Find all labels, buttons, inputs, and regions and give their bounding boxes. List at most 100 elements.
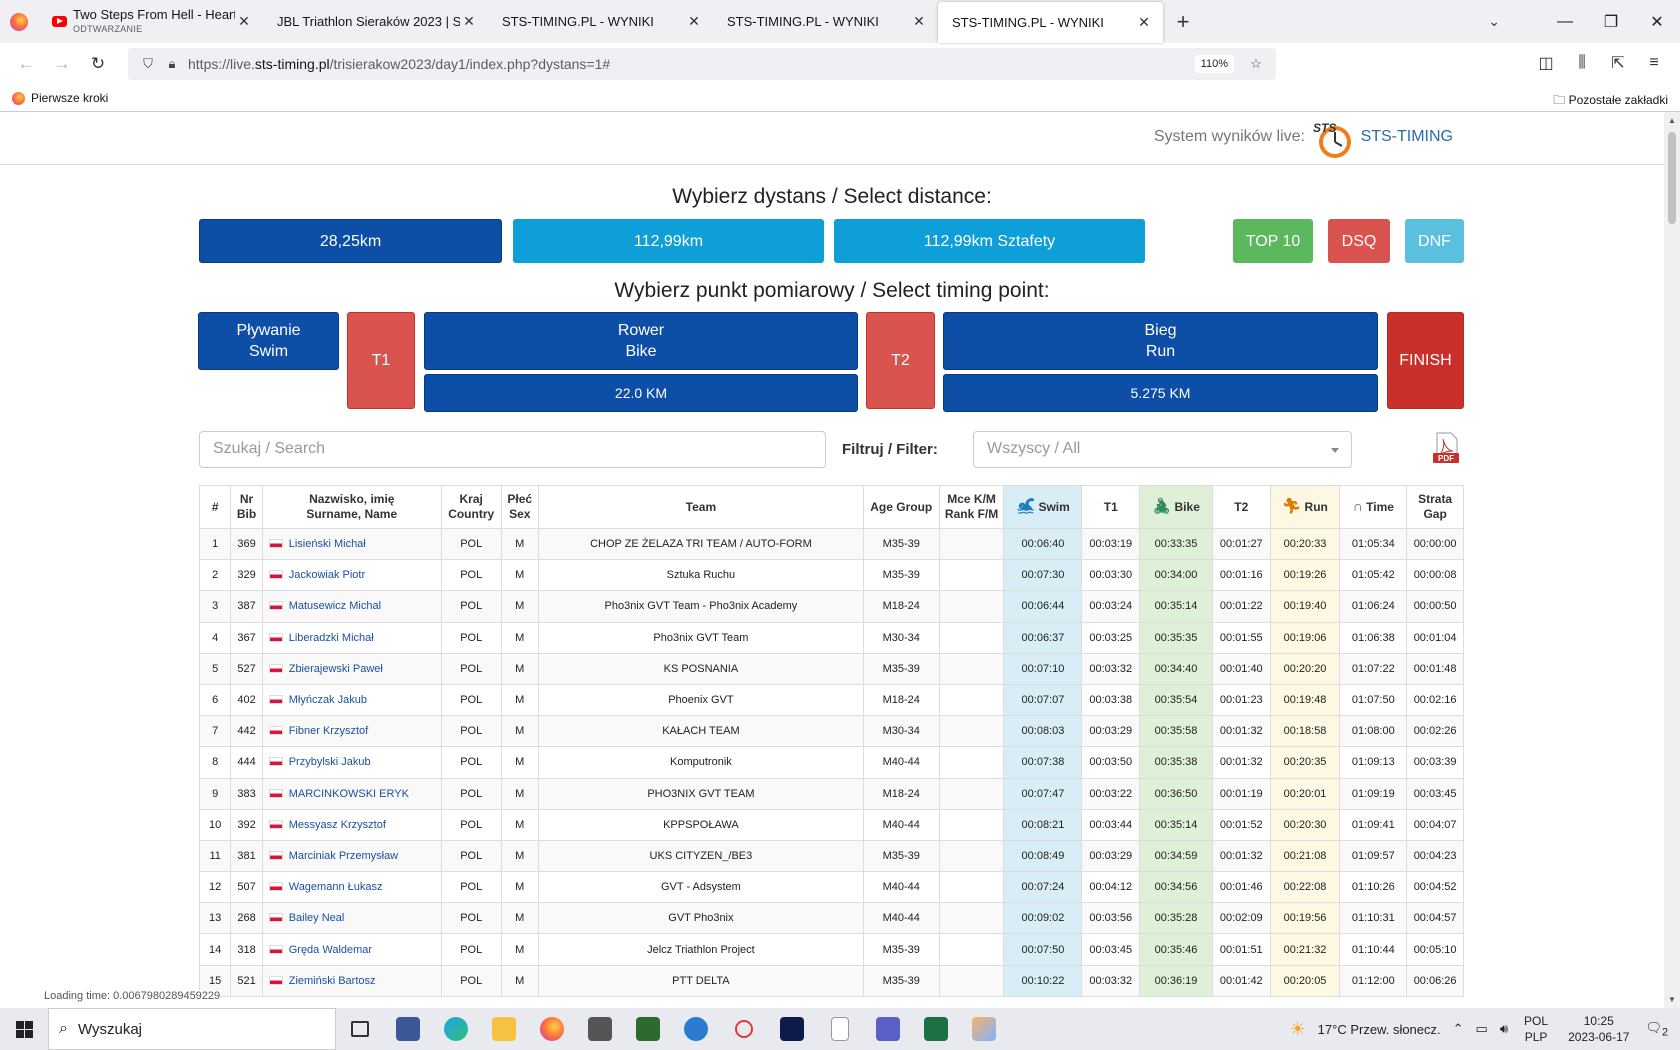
cell-name[interactable]: Młyńczak Jakub	[261, 683, 442, 717]
tab-jbl-triathlon[interactable]: JBL Triathlon Sieraków 2023 | STS-Ti ✕	[263, 0, 488, 43]
cell-name[interactable]: Marciniak Przemysław	[261, 839, 442, 873]
weather-text[interactable]: 17°C Przew. słonecz.	[1312, 1022, 1447, 1037]
tab-sts-active[interactable]: STS-TIMING.PL - WYNIKI ✕	[938, 2, 1163, 43]
tab-youtube[interactable]: Two Steps From Hell - Heart of CoODTWARZ…	[38, 0, 263, 43]
clock[interactable]: 10:25 2023-06-17	[1558, 1013, 1639, 1045]
col-rank[interactable]: #	[198, 485, 232, 529]
col-name[interactable]: Nazwisko, imię Surname, Name	[261, 485, 442, 529]
cell-name[interactable]: Przybylski Jakub	[261, 746, 442, 779]
list-tabs-chevron-icon[interactable]: ⌄	[1488, 0, 1500, 43]
excel-icon[interactable]	[912, 1008, 960, 1050]
bike-22km-button[interactable]: 22.0 KM	[424, 374, 858, 412]
app-icon-1[interactable]	[384, 1008, 432, 1050]
table-row[interactable]: 6 402 Młyńczak Jakub POL M Phoenix GVT M18-24 0…	[198, 683, 1464, 717]
table-row[interactable]: 9 383 MARCINKOWSKI ERYK POL M PHO3NIX GVT TEA…	[198, 777, 1464, 810]
top10-button[interactable]: TOP 10	[1233, 219, 1313, 263]
dnf-button[interactable]: DNF	[1405, 219, 1464, 263]
tray-chevron-icon[interactable]: ⌃	[1447, 1021, 1470, 1037]
athlete-name-link[interactable]: Młyńczak Jakub	[289, 694, 367, 706]
cell-name[interactable]: Gręda Waldemar	[261, 933, 442, 966]
close-tab-icon[interactable]: ✕	[460, 13, 478, 30]
cell-name[interactable]: Fibner Krzysztof	[261, 715, 442, 748]
table-row[interactable]: 12 507 Wagemann Łukasz POL M GVT - Adsystem M4…	[198, 871, 1464, 904]
search-input[interactable]: Szukaj / Search	[199, 431, 826, 468]
col-bib[interactable]: Nr Bib	[230, 485, 263, 529]
zoom-level[interactable]: 110%	[1194, 55, 1234, 73]
athlete-name-link[interactable]: Gręda Waldemar	[289, 944, 372, 956]
network-icon[interactable]: ▭	[1470, 1021, 1494, 1037]
col-bike[interactable]: 🚴︎ Bike	[1139, 485, 1213, 529]
table-row[interactable]: 7 442 Fibner Krzysztof POL M KAŁACH TEAM M30-3…	[198, 715, 1464, 748]
athlete-name-link[interactable]: Jackowiak Piotr	[289, 569, 365, 581]
cell-name[interactable]: Wagemann Łukasz	[261, 871, 442, 904]
lock-icon[interactable]: 🔒︎	[160, 56, 184, 72]
new-tab-button[interactable]: +	[1163, 0, 1203, 43]
table-row[interactable]: 2 329 Jackowiak Piotr POL M Sztuka Ruchu M35-3…	[198, 559, 1464, 592]
table-row[interactable]: 13 268 Bailey Neal POL M GVT Pho3nix M40-44 00:…	[198, 902, 1464, 935]
bookmark-star-icon[interactable]: ☆	[1244, 56, 1268, 72]
edge-icon[interactable]	[432, 1008, 480, 1050]
brand-name[interactable]: STS-TIMING	[1361, 128, 1453, 146]
col-swim[interactable]: 🏊︎ Swim	[1003, 485, 1083, 529]
disney-icon[interactable]	[768, 1008, 816, 1050]
menu-icon[interactable]: ≡	[1636, 47, 1672, 79]
app-icon-4[interactable]	[720, 1008, 768, 1050]
scroll-down-icon[interactable]: ▼	[1664, 995, 1680, 1004]
table-row[interactable]: 5 527 Zbierajewski Paweł POL M KS POSNANIA M35…	[198, 652, 1464, 685]
windows-start-icon[interactable]	[0, 1008, 48, 1050]
col-run[interactable]: 🏃︎ Run	[1269, 485, 1341, 529]
bookmark-pierwsze-kroki[interactable]: Pierwsze kroki	[31, 91, 108, 105]
cell-name[interactable]: Jackowiak Piotr	[261, 559, 442, 592]
close-tab-icon[interactable]: ✕	[685, 13, 703, 30]
firefox-icon[interactable]	[0, 0, 38, 43]
table-row[interactable]: 15 521 Ziemiński Bartosz POL M PTT DELTA M35-3…	[198, 964, 1464, 997]
cell-name[interactable]: Lisieński Michał	[261, 527, 442, 561]
cell-name[interactable]: Messyasz Krzysztof	[261, 808, 442, 841]
close-tab-icon[interactable]: ✕	[1135, 14, 1153, 31]
athlete-name-link[interactable]: MARCINKOWSKI ERYK	[289, 788, 409, 800]
taskbar-search-input[interactable]: ⌕ Wyszukaj	[48, 1008, 336, 1050]
athlete-name-link[interactable]: Przybylski Jakub	[289, 756, 371, 768]
language-indicator[interactable]: POL PLP	[1514, 1013, 1558, 1045]
table-row[interactable]: 4 367 Liberadzki Michał POL M Pho3nix GVT Tea…	[198, 621, 1464, 654]
minecraft-icon[interactable]	[624, 1008, 672, 1050]
distance-112km-button[interactable]: 112,99km	[513, 219, 824, 263]
col-country[interactable]: Kraj Country	[440, 485, 502, 529]
tab-sts-1[interactable]: STS-TIMING.PL - WYNIKI ✕	[488, 0, 713, 43]
firefox-taskbar-icon[interactable]	[528, 1008, 576, 1050]
table-row[interactable]: 11 381 Marciniak Przemysław POL M UKS CITYZEN…	[198, 839, 1464, 873]
finish-point-button[interactable]: FINISH	[1387, 312, 1464, 409]
col-time[interactable]: ∩ Time	[1339, 485, 1408, 529]
extensions-icon[interactable]: ⇱	[1600, 47, 1636, 79]
teams-icon[interactable]	[864, 1008, 912, 1050]
table-row[interactable]: 8 444 Przybylski Jakub POL M Komputronik M40-4…	[198, 746, 1464, 779]
filter-select[interactable]: Wszyscy / All	[973, 431, 1352, 468]
t1-point-button[interactable]: T1	[347, 312, 415, 409]
col-gap[interactable]: Strata Gap	[1406, 485, 1464, 529]
file-explorer-icon[interactable]	[480, 1008, 528, 1050]
table-row[interactable]: 14 318 Gręda Waldemar POL M Jelcz Triathlon P…	[198, 933, 1464, 966]
athlete-name-link[interactable]: Ziemiński Bartosz	[289, 975, 376, 987]
run-point-button[interactable]: Bieg Run	[943, 312, 1378, 370]
col-team[interactable]: Team	[537, 485, 864, 529]
athlete-name-link[interactable]: Wagemann Łukasz	[289, 881, 383, 893]
pocket-icon[interactable]: ◫	[1528, 47, 1564, 79]
table-row[interactable]: 1 369 Lisieński Michał POL M CHOP ZE ŻELAZA T…	[198, 527, 1464, 561]
run-5km-button[interactable]: 5.275 KM	[943, 374, 1378, 412]
athlete-name-link[interactable]: Messyasz Krzysztof	[289, 819, 386, 831]
col-sex[interactable]: Płeć Sex	[500, 485, 539, 529]
close-window-icon[interactable]: ✕	[1634, 0, 1680, 43]
cell-name[interactable]: Bailey Neal	[261, 902, 442, 935]
col-age-group[interactable]: Age Group	[862, 485, 940, 529]
paint-icon[interactable]	[960, 1008, 1008, 1050]
task-view-icon[interactable]	[336, 1008, 384, 1050]
bike-point-button[interactable]: Rower Bike	[424, 312, 858, 370]
swim-point-button[interactable]: Pływanie Swim	[198, 312, 339, 370]
volume-icon[interactable]: 🔊︎	[1494, 1021, 1514, 1037]
distance-112km-relay-button[interactable]: 112,99km Sztafety	[834, 219, 1145, 263]
reload-icon[interactable]: ↻	[80, 48, 116, 80]
scrollbar-thumb[interactable]	[1668, 132, 1676, 224]
athlete-name-link[interactable]: Zbierajewski Paweł	[289, 663, 383, 675]
app-icon-3[interactable]	[672, 1008, 720, 1050]
pdf-icon[interactable]: PDF	[1429, 431, 1463, 465]
